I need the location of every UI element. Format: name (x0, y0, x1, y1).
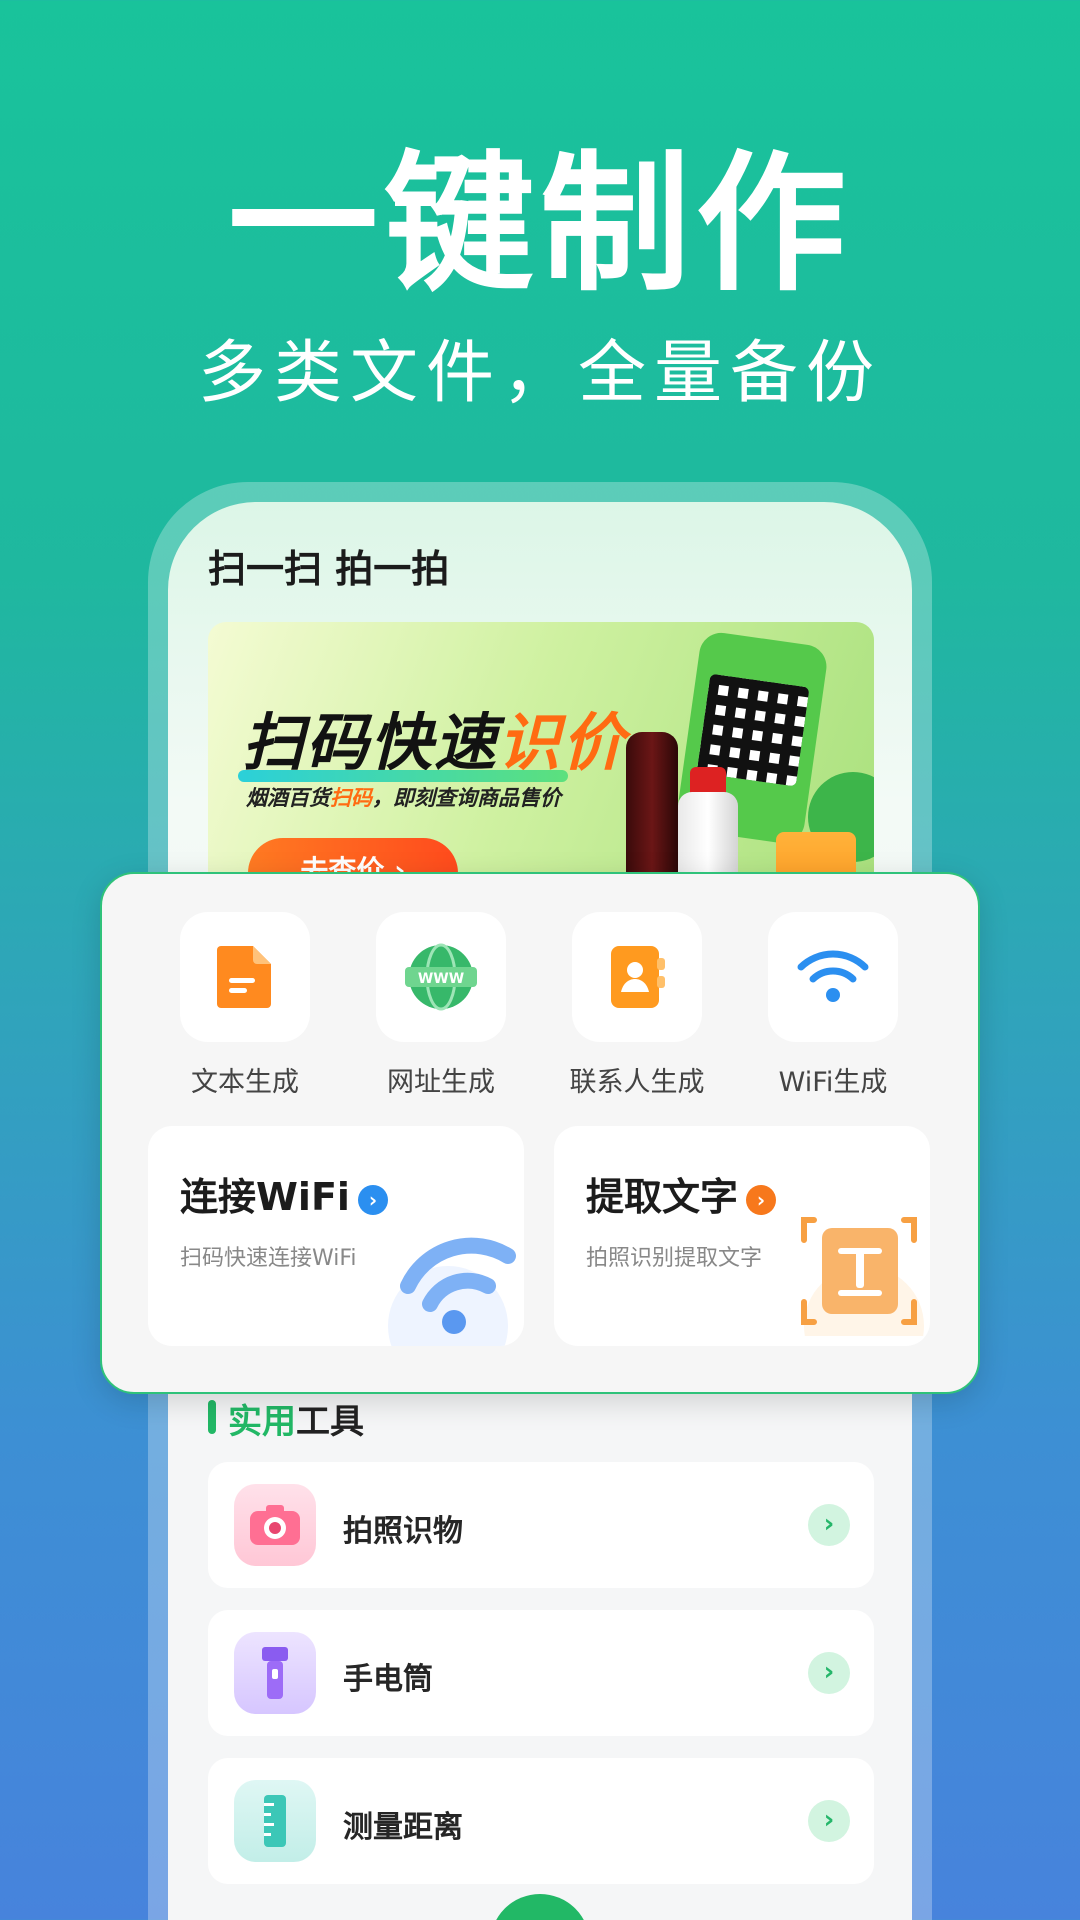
text-scan-icon (801, 1217, 924, 1336)
contact-book-icon[interactable] (572, 912, 702, 1042)
chevron-right-icon: › (746, 1184, 777, 1215)
chevron-right-icon[interactable]: › (808, 1504, 850, 1546)
wifi-icon (388, 1237, 516, 1346)
grid-item-url[interactable]: WWW 网址生成 (376, 912, 506, 1099)
tool-label: 手电筒 (343, 1662, 433, 1697)
tool-flashlight[interactable]: 手电筒 › (208, 1610, 874, 1736)
ruler-icon (234, 1780, 316, 1862)
hero-title: 一键制作 (227, 138, 852, 312)
banner-title: 扫码快速识价 (242, 706, 627, 779)
tool-measure-distance[interactable]: 测量距离 › (208, 1758, 874, 1884)
wifi-icon[interactable] (768, 912, 898, 1042)
grid-label: WiFi生成 (778, 1067, 888, 1098)
flashlight-icon (234, 1632, 316, 1714)
chevron-right-icon: › (357, 1184, 388, 1215)
feature-title: 提取文字 › (586, 1166, 777, 1221)
grid-label: 网址生成 (387, 1067, 495, 1098)
section-accent-bar (208, 1400, 216, 1434)
screen-title: 扫一扫 拍一拍 (208, 547, 450, 591)
generator-grid: 文本生成 WWW 网址生成 联系人生成 WiFi生成 (180, 912, 904, 1102)
connect-wifi-card[interactable]: 连接WiFi › 扫码快速连接WiFi (148, 1126, 524, 1346)
grid-label: 文本生成 (191, 1067, 299, 1098)
grid-item-wifi[interactable]: WiFi生成 (768, 912, 898, 1099)
tool-label: 拍照识物 (343, 1514, 463, 1549)
tools-section-title: 实用工具 (228, 1402, 364, 1442)
grid-label: 联系人生成 (569, 1067, 705, 1098)
globe-www-icon[interactable]: WWW (376, 912, 506, 1042)
feature-subtitle: 扫码快速连接WiFi (180, 1246, 357, 1271)
floating-feature-card: 文本生成 WWW 网址生成 联系人生成 WiFi生成 连接WiFi › 扫码快速连… (100, 872, 980, 1394)
hero-subtitle: 多类文件，全量备份 (197, 334, 882, 413)
tool-label: 测量距离 (343, 1810, 463, 1845)
tool-photo-recognize[interactable]: 拍照识物 › (208, 1462, 874, 1588)
banner-description: 烟酒百货扫码，即刻查询商品售价 (246, 786, 561, 810)
extract-text-card[interactable]: 提取文字 › 拍照识别提取文字 (554, 1126, 930, 1346)
chevron-right-icon[interactable]: › (808, 1652, 850, 1694)
grid-item-contact[interactable]: 联系人生成 (570, 912, 705, 1099)
chevron-right-icon[interactable]: › (808, 1800, 850, 1842)
feature-subtitle: 拍照识别提取文字 (586, 1246, 763, 1271)
camera-icon (234, 1484, 316, 1566)
svg-text:WWW: WWW (418, 971, 464, 987)
feature-title: 连接WiFi › (180, 1166, 388, 1221)
home-tab-button[interactable] (490, 1894, 590, 1920)
banner-underline (238, 770, 568, 782)
grid-item-text[interactable]: 文本生成 (180, 912, 310, 1099)
document-icon[interactable] (180, 912, 310, 1042)
